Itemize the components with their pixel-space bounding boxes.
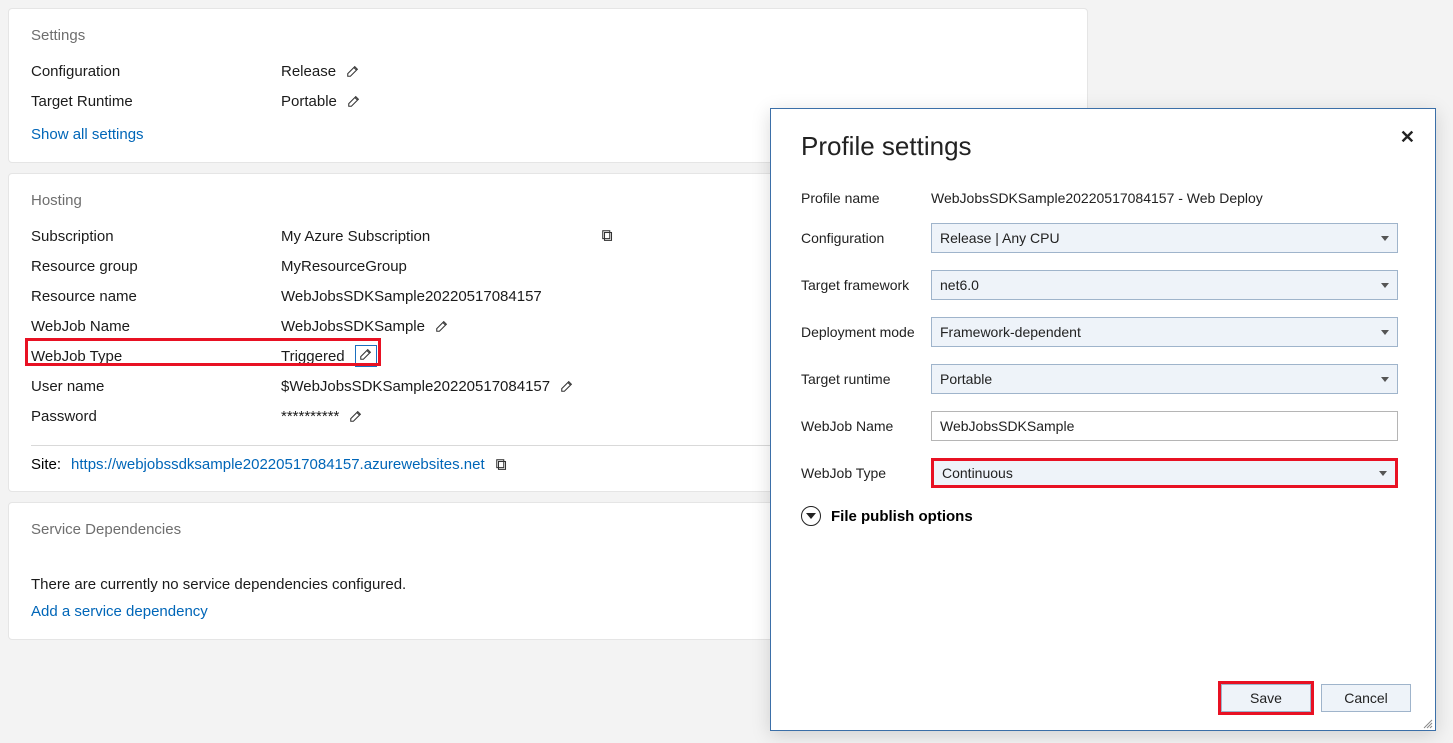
webjob-name-label: WebJob Name — [31, 318, 281, 335]
target-runtime-select[interactable]: Portable — [931, 364, 1398, 394]
chevron-down-icon — [1381, 283, 1389, 288]
resource-name-label: Resource name — [31, 288, 281, 305]
dialog-webjob-name-label: WebJob Name — [801, 418, 931, 434]
form-row-webjob-name: WebJob Name — [801, 411, 1405, 441]
resource-name-value: WebJobsSDKSample20220517084157 — [281, 288, 542, 305]
configuration-select-value: Release | Any CPU — [940, 230, 1060, 246]
dialog-target-framework-label: Target framework — [801, 277, 931, 293]
settings-title: Settings — [31, 27, 1065, 44]
target-runtime-select-value: Portable — [940, 371, 992, 387]
webjob-type-label: WebJob Type — [31, 348, 281, 365]
pencil-icon[interactable] — [347, 94, 361, 108]
close-icon[interactable]: ✕ — [1400, 127, 1415, 148]
form-row-deployment-mode: Deployment mode Framework-dependent — [801, 317, 1405, 347]
pencil-icon[interactable] — [560, 379, 574, 393]
form-row-target-runtime: Target runtime Portable — [801, 364, 1405, 394]
settings-row-configuration: Configuration Release — [31, 56, 1065, 86]
pencil-icon[interactable] — [359, 347, 373, 361]
dialog-footer: Save Cancel — [1221, 684, 1411, 712]
save-button[interactable]: Save — [1221, 684, 1311, 712]
form-row-target-framework: Target framework net6.0 — [801, 270, 1405, 300]
webjob-name-input[interactable] — [931, 411, 1398, 441]
profile-name-label: Profile name — [801, 190, 931, 206]
pencil-icon[interactable] — [346, 64, 360, 78]
password-value: ********** — [281, 408, 339, 425]
dialog-title: Profile settings — [801, 131, 1405, 162]
resource-group-label: Resource group — [31, 258, 281, 275]
copy-icon[interactable] — [601, 229, 615, 243]
file-publish-label: File publish options — [831, 508, 973, 525]
dialog-configuration-label: Configuration — [801, 230, 931, 246]
password-label: Password — [31, 408, 281, 425]
configuration-value: Release — [281, 63, 336, 80]
deployment-mode-select-value: Framework-dependent — [940, 324, 1081, 340]
expand-circle-icon — [801, 506, 821, 526]
chevron-down-icon — [1379, 471, 1387, 476]
pencil-icon[interactable] — [435, 319, 449, 333]
chevron-down-icon — [1381, 377, 1389, 382]
pencil-icon[interactable] — [349, 409, 363, 423]
resize-grip-icon[interactable] — [1421, 716, 1433, 728]
file-publish-options-expander[interactable]: File publish options — [801, 506, 1405, 526]
webjob-type-select-value: Continuous — [942, 465, 1013, 481]
subscription-label: Subscription — [31, 228, 281, 245]
user-name-label: User name — [31, 378, 281, 395]
target-framework-select-value: net6.0 — [940, 277, 979, 293]
copy-icon[interactable] — [495, 458, 509, 472]
pencil-highlight — [355, 345, 377, 367]
chevron-down-icon — [806, 513, 816, 519]
site-url-link[interactable]: https://webjobssdksample20220517084157.a… — [71, 456, 485, 473]
dialog-target-runtime-label: Target runtime — [801, 371, 931, 387]
dialog-webjob-type-label: WebJob Type — [801, 465, 931, 481]
chevron-down-icon — [1381, 236, 1389, 241]
form-row-profile-name: Profile name WebJobsSDKSample20220517084… — [801, 190, 1405, 206]
subscription-value: My Azure Subscription — [281, 228, 430, 245]
cancel-button[interactable]: Cancel — [1321, 684, 1411, 712]
profile-settings-dialog: ✕ Profile settings Profile name WebJobsS… — [770, 108, 1436, 731]
webjob-name-value: WebJobsSDKSample — [281, 318, 425, 335]
webjob-type-value: Triggered — [281, 348, 345, 365]
add-service-dependency-link[interactable]: Add a service dependency — [31, 603, 208, 620]
form-row-webjob-type: WebJob Type Continuous — [801, 458, 1405, 488]
site-label: Site: — [31, 456, 61, 473]
target-framework-select[interactable]: net6.0 — [931, 270, 1398, 300]
target-runtime-value: Portable — [281, 93, 337, 110]
configuration-label: Configuration — [31, 63, 281, 80]
webjob-type-select[interactable]: Continuous — [931, 458, 1398, 488]
show-all-settings-link[interactable]: Show all settings — [31, 126, 144, 143]
target-runtime-label: Target Runtime — [31, 93, 281, 110]
chevron-down-icon — [1381, 330, 1389, 335]
profile-name-value: WebJobsSDKSample20220517084157 - Web Dep… — [931, 190, 1405, 206]
form-row-configuration: Configuration Release | Any CPU — [801, 223, 1405, 253]
user-name-value: $WebJobsSDKSample20220517084157 — [281, 378, 550, 395]
dialog-deployment-mode-label: Deployment mode — [801, 324, 931, 340]
configuration-select[interactable]: Release | Any CPU — [931, 223, 1398, 253]
resource-group-value: MyResourceGroup — [281, 258, 407, 275]
deployment-mode-select[interactable]: Framework-dependent — [931, 317, 1398, 347]
